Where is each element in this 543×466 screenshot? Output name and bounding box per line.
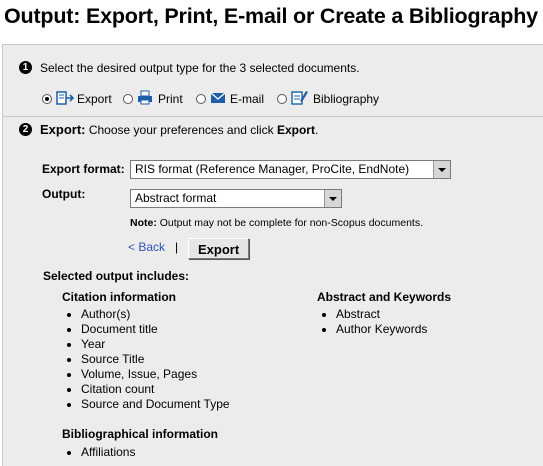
abstract-heading: Abstract and Keywords	[317, 290, 452, 304]
output-panel: 1 Select the desired output type for the…	[2, 44, 543, 466]
step-1-badge: 1	[19, 61, 32, 74]
citation-list: Author(s) Document title Year Source Tit…	[65, 307, 230, 412]
export-option-label[interactable]: Export	[77, 92, 112, 106]
bibliographical-heading: Bibliographical information	[62, 427, 219, 441]
list-item: Affiliations	[65, 445, 135, 460]
email-icon	[210, 92, 226, 103]
list-item: Document title	[65, 322, 230, 337]
citation-heading: Citation information	[62, 290, 176, 304]
bibliographical-list: Affiliations	[65, 445, 135, 460]
export-format-select[interactable]: RIS format (Reference Manager, ProCite, …	[130, 160, 451, 179]
bibliography-icon	[291, 91, 308, 105]
list-item: Year	[65, 337, 230, 352]
step-1-instruction: Select the desired output type for the 3…	[40, 61, 360, 75]
step-2-badge: 2	[19, 123, 32, 136]
export-icon	[56, 91, 74, 105]
list-item: Author(s)	[65, 307, 230, 322]
link-separator: |	[175, 240, 179, 254]
list-item: Citation count	[65, 382, 230, 397]
email-option-label[interactable]: E-mail	[230, 92, 264, 106]
export-button[interactable]: Export	[188, 238, 250, 259]
step-2-instruction: Export: Choose your preferences and clic…	[40, 122, 319, 137]
email-radio[interactable]	[196, 94, 206, 104]
bibliography-option-label[interactable]: Bibliography	[313, 92, 379, 106]
print-option-label[interactable]: Print	[158, 92, 183, 106]
list-item: Author Keywords	[320, 322, 427, 337]
bibliography-radio[interactable]	[277, 94, 287, 104]
output-select[interactable]: Abstract format	[130, 189, 342, 208]
abstract-list: Abstract Author Keywords	[320, 307, 427, 337]
print-radio[interactable]	[123, 94, 133, 104]
print-icon	[138, 90, 152, 105]
back-link[interactable]: < Back	[128, 240, 165, 254]
list-item: Source and Document Type	[65, 397, 230, 412]
list-item: Source Title	[65, 352, 230, 367]
page-title: Output: Export, Print, E-mail or Create …	[4, 4, 538, 28]
list-item: Volume, Issue, Pages	[65, 367, 230, 382]
chevron-down-icon[interactable]	[433, 161, 450, 178]
export-radio[interactable]	[42, 94, 52, 104]
export-format-value: RIS format (Reference Manager, ProCite, …	[135, 162, 410, 176]
chevron-down-icon[interactable]	[324, 190, 341, 207]
output-value: Abstract format	[135, 191, 217, 205]
output-label: Output:	[42, 187, 86, 201]
export-format-label: Export format:	[42, 162, 125, 176]
section-divider	[3, 116, 543, 117]
note-text: Note: Output may not be complete for non…	[130, 217, 423, 229]
list-item: Abstract	[320, 307, 427, 322]
includes-heading: Selected output includes:	[43, 269, 190, 283]
